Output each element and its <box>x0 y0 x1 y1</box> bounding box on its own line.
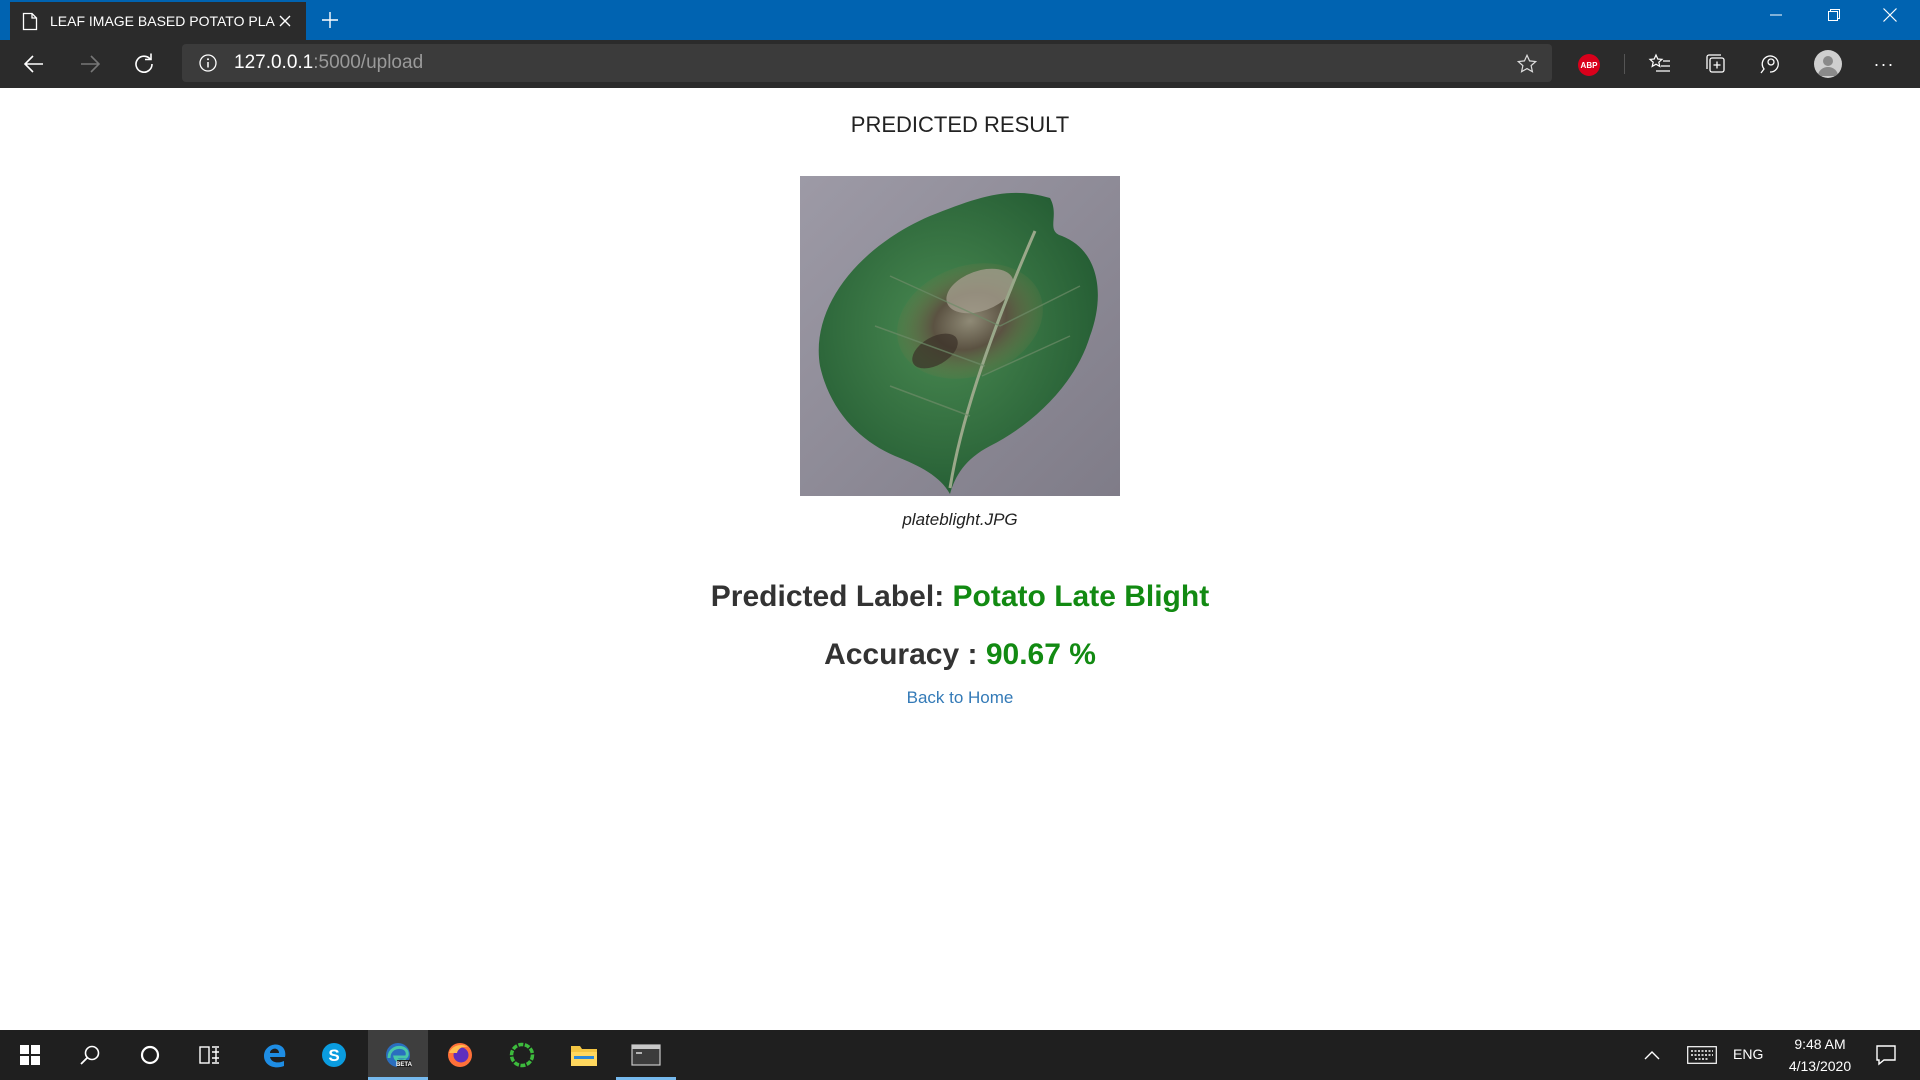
firefox-icon[interactable] <box>430 1030 490 1080</box>
toolbar-separator <box>1624 54 1625 74</box>
terminal-icon[interactable] <box>616 1030 676 1080</box>
info-icon[interactable] <box>198 53 218 73</box>
back-link-container: Back to Home <box>0 688 1920 708</box>
predicted-label-line: Predicted Label: Potato Late Blight <box>0 580 1920 614</box>
predicted-label-value: Potato Late Blight <box>952 580 1210 613</box>
new-tab-button[interactable] <box>316 6 344 34</box>
page-icon <box>22 12 38 31</box>
address-bar[interactable]: 127.0.0.1:5000/upload <box>182 44 1552 82</box>
page-content: PREDICTED RESULT plateblight.JPG Predict… <box>0 88 1920 1030</box>
back-arrow-icon[interactable] <box>18 48 50 80</box>
browser-titlebar: LEAF IMAGE BASED POTATO PLA <box>0 0 1920 40</box>
favorites-list-icon[interactable] <box>1648 52 1672 76</box>
predicted-label-prefix: Predicted Label: <box>710 580 945 613</box>
clock-date[interactable]: 4/13/2020 <box>1778 1058 1862 1074</box>
cortana-icon[interactable] <box>120 1030 180 1080</box>
accuracy-line: Accuracy : 90.67 % <box>0 638 1920 672</box>
edge-legacy-icon[interactable] <box>244 1030 304 1080</box>
file-explorer-icon[interactable] <box>554 1030 614 1080</box>
skype-icon[interactable]: S <box>304 1030 364 1080</box>
close-window-button[interactable] <box>1862 0 1918 30</box>
page-title: PREDICTED RESULT <box>850 112 1070 137</box>
profile-avatar[interactable] <box>1814 50 1842 78</box>
leaf-image <box>800 176 1120 496</box>
notification-center-icon[interactable] <box>1862 1030 1910 1080</box>
tab-title: LEAF IMAGE BASED POTATO PLA <box>50 13 275 29</box>
task-view-icon[interactable] <box>180 1030 240 1080</box>
feedback-icon[interactable] <box>1758 52 1782 76</box>
image-caption: plateblight.JPG <box>902 510 1018 529</box>
back-to-home-link[interactable]: Back to Home <box>907 688 1014 707</box>
search-icon[interactable] <box>60 1030 120 1080</box>
collections-icon[interactable] <box>1704 52 1728 76</box>
windows-start-icon[interactable] <box>0 1030 60 1080</box>
show-hidden-icons-chevron-icon[interactable] <box>1630 1030 1674 1080</box>
accuracy-prefix: Accuracy : <box>824 638 978 671</box>
adblock-plus-icon[interactable]: ABP <box>1578 54 1600 76</box>
browser-toolbar: 127.0.0.1:5000/upload ABP ··· <box>0 40 1920 88</box>
accuracy-value: 90.67 % <box>985 638 1096 671</box>
restore-button[interactable] <box>1806 0 1862 30</box>
minimize-button[interactable] <box>1748 0 1804 30</box>
url-path: :5000/upload <box>313 52 424 73</box>
refresh-icon[interactable] <box>128 48 160 80</box>
green-ring-app-icon[interactable] <box>492 1030 552 1080</box>
language-indicator[interactable]: ENG <box>1733 1046 1763 1062</box>
edge-beta-icon[interactable]: BETA <box>368 1030 428 1080</box>
svg-text:S: S <box>328 1046 339 1065</box>
favorite-star-icon[interactable] <box>1516 53 1538 75</box>
taskbar: S BETA ENG 9:48 AM 4/13/2020 <box>0 1030 1920 1080</box>
more-options-icon[interactable]: ··· <box>1868 52 1900 76</box>
browser-tab[interactable]: LEAF IMAGE BASED POTATO PLA <box>10 2 306 40</box>
svg-text:BETA: BETA <box>396 1062 413 1068</box>
clock-time[interactable]: 9:48 AM <box>1784 1036 1856 1052</box>
close-tab-icon[interactable] <box>276 12 294 30</box>
forward-arrow-icon[interactable] <box>74 48 106 80</box>
url-host: 127.0.0.1 <box>234 52 314 73</box>
touch-keyboard-icon[interactable] <box>1680 1030 1724 1080</box>
